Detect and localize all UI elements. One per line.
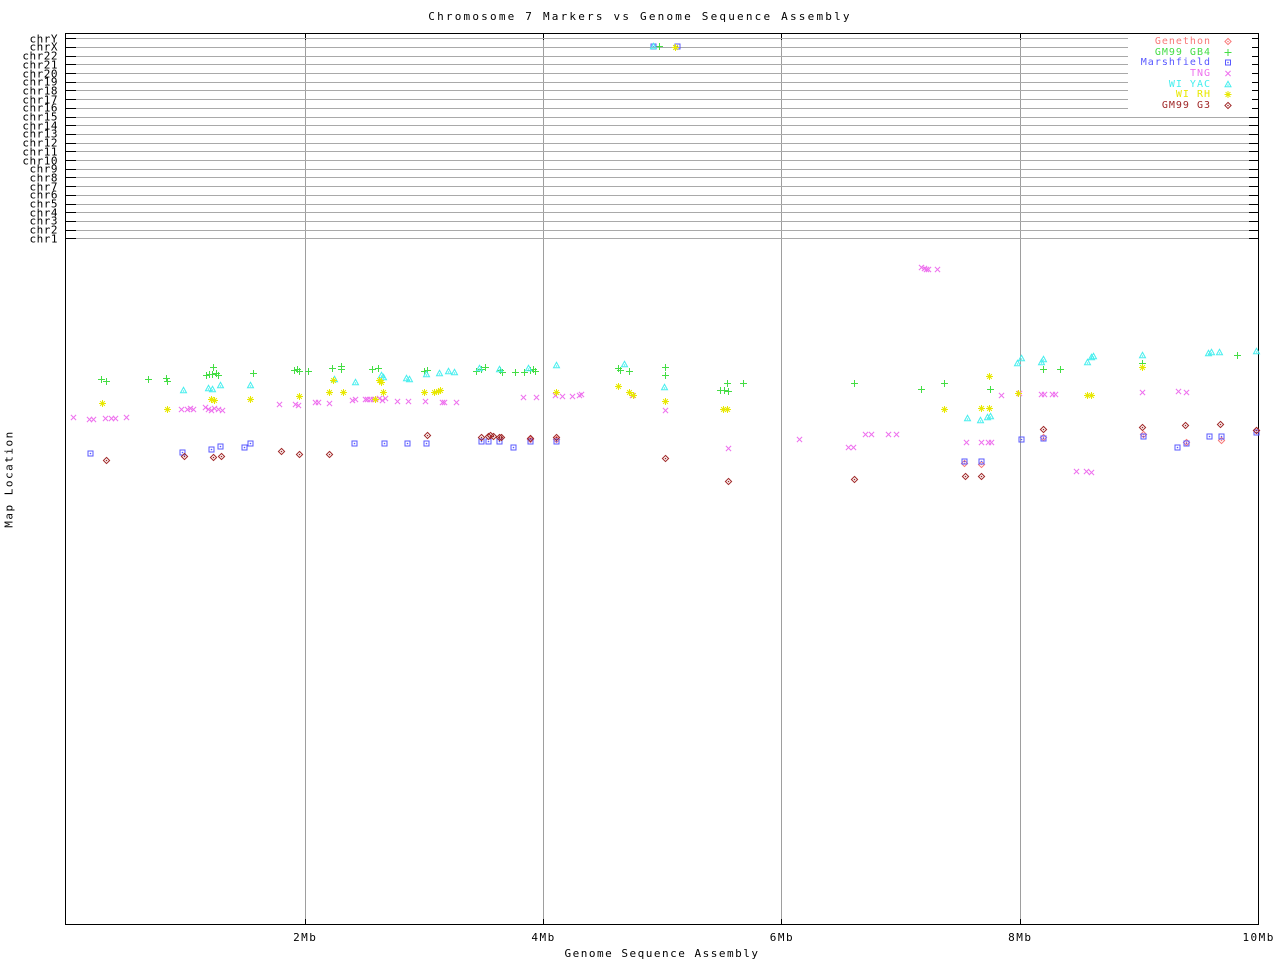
x-tick-label: 2Mb bbox=[293, 931, 318, 944]
legend-label: WI YAC bbox=[1168, 78, 1211, 90]
legend-label: GM99 GB4 bbox=[1154, 46, 1211, 58]
x-tick-label: 8Mb bbox=[1008, 931, 1033, 944]
legend-symbol-icon bbox=[1225, 70, 1231, 77]
legend-label: WI RH bbox=[1175, 89, 1211, 101]
legend-item: Genethon bbox=[1008, 36, 1238, 47]
legend-label: GM99 G3 bbox=[1161, 99, 1211, 111]
legend-item: WI RH bbox=[1008, 89, 1238, 100]
legend-symbol-icon bbox=[1225, 59, 1231, 66]
data-point bbox=[1224, 91, 1232, 99]
plot-border bbox=[65, 33, 1259, 925]
legend-label: TNG bbox=[1189, 67, 1211, 79]
x-tick-label: 10Mb bbox=[1242, 931, 1275, 944]
x-axis-label: Genome Sequence Assembly bbox=[564, 947, 760, 960]
legend-symbol-icon bbox=[1224, 101, 1232, 110]
chart-canvas: Chromosome 7 Markers vs Genome Sequence … bbox=[0, 0, 1280, 960]
legend-symbol-icon bbox=[1224, 79, 1232, 87]
legend-item: GM99 GB4 bbox=[1008, 47, 1238, 58]
y-axis-label: Map Location bbox=[2, 430, 16, 528]
x-tick-label: 6Mb bbox=[769, 931, 795, 944]
legend-symbol-icon bbox=[1224, 48, 1232, 56]
y-tick-label: chr1 bbox=[29, 232, 58, 246]
legend-symbol-icon bbox=[1224, 37, 1232, 46]
data-point bbox=[1224, 48, 1232, 56]
data-point bbox=[1225, 70, 1231, 77]
legend-label: Genethon bbox=[1154, 35, 1211, 47]
data-point bbox=[1224, 101, 1232, 110]
chart-title: Chromosome 7 Markers vs Genome Sequence … bbox=[428, 10, 852, 23]
data-point bbox=[1224, 79, 1232, 87]
legend: Genethon GM99 GB4 Marshfield TNG WI YAC WI RH… bbox=[1008, 36, 1238, 111]
legend-item: WI YAC bbox=[1008, 79, 1238, 90]
legend-symbol-icon bbox=[1224, 91, 1232, 99]
x-tick-label: 4Mb bbox=[531, 931, 556, 944]
legend-item: TNG bbox=[1008, 68, 1238, 79]
legend-label: Marshfield bbox=[1140, 57, 1211, 69]
data-point bbox=[1224, 37, 1232, 46]
legend-item: Marshfield bbox=[1008, 57, 1238, 68]
legend-item: GM99 G3 bbox=[1008, 100, 1238, 111]
data-point bbox=[1225, 59, 1231, 66]
